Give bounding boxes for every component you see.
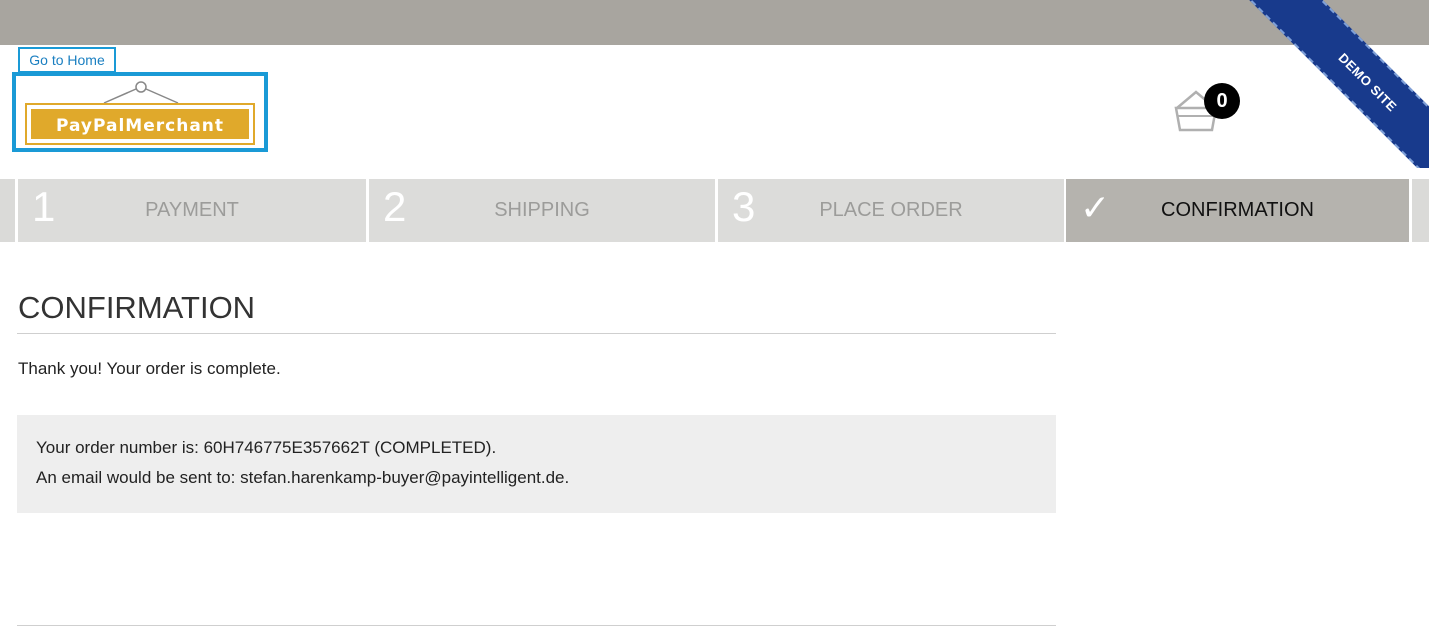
logo[interactable]: PayPalMerchant [12, 72, 268, 152]
cart-count-badge: 0 [1204, 83, 1240, 119]
step-place-order[interactable]: 3 PLACE ORDER [718, 179, 1064, 242]
step-label: CONFIRMATION [1161, 199, 1314, 221]
page-title: CONFIRMATION [18, 290, 256, 325]
step-label: PAYMENT [145, 199, 239, 221]
order-number-text: Your order number is: 60H746775E357662T … [36, 438, 497, 457]
step-payment[interactable]: 1 PAYMENT [18, 179, 366, 242]
step-confirmation[interactable]: ✓ CONFIRMATION [1066, 179, 1409, 242]
top-bar [0, 0, 1429, 45]
checkout-steps: 1 PAYMENT 2 SHIPPING 3 PLACE ORDER ✓ CON… [0, 179, 1429, 242]
email-text: An email would be sent to: stefan.harenk… [36, 468, 570, 487]
step-label: PLACE ORDER [819, 199, 963, 221]
divider [17, 333, 1056, 334]
step-label: SHIPPING [494, 199, 590, 221]
thank-you-message: Thank you! Your order is complete. [18, 359, 281, 378]
demo-ribbon-text: DEMO SITE [1335, 49, 1401, 115]
go-to-home-link[interactable]: Go to Home [18, 47, 116, 73]
divider [17, 625, 1056, 626]
step-shipping[interactable]: 2 SHIPPING [369, 179, 715, 242]
order-info-box: Your order number is: 60H746775E357662T … [17, 415, 1056, 513]
demo-ribbon: DEMO SITE [1239, 0, 1429, 168]
logo-text: PayPalMerchant [56, 116, 224, 136]
